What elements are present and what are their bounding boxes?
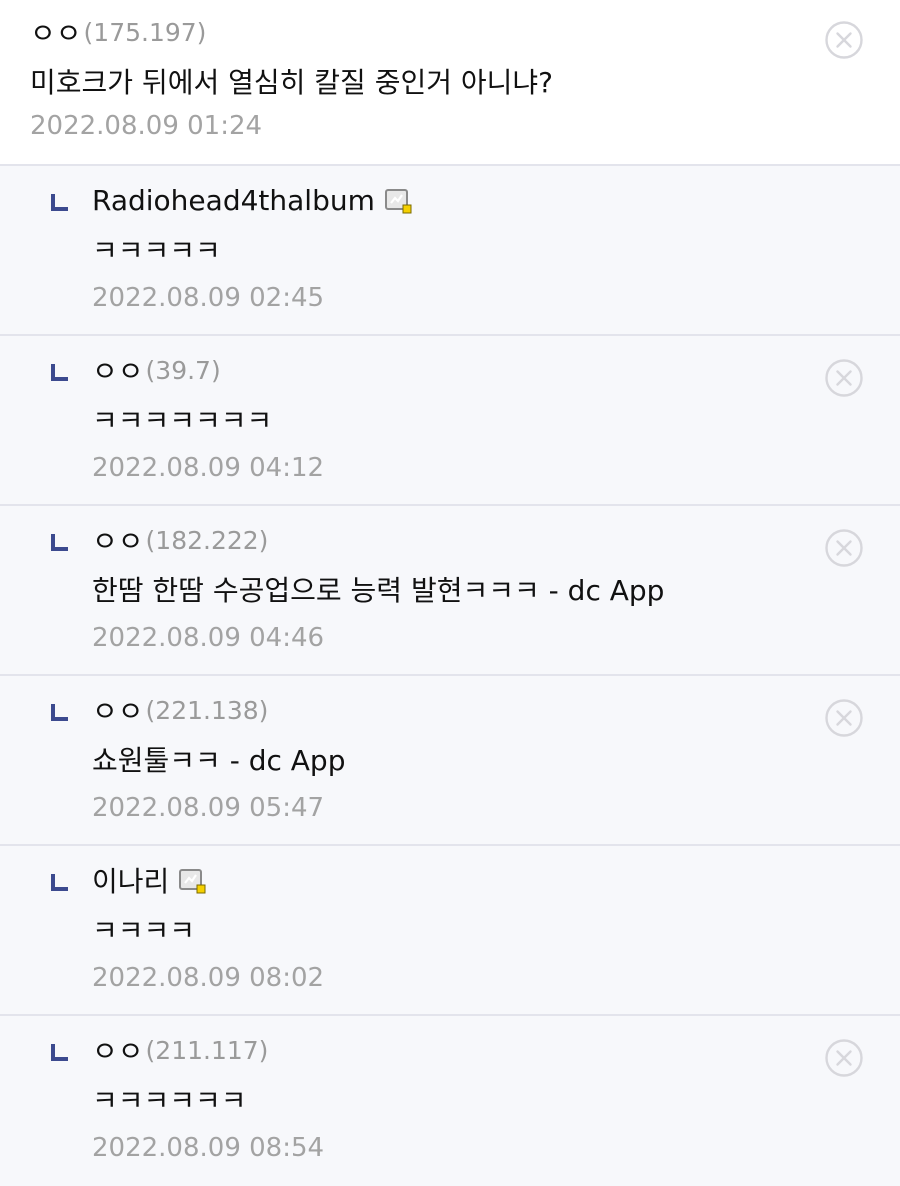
comment-date: 2022.08.09 02:45 — [92, 283, 325, 313]
comment-text: 쇼원툴ㅋㅋ - dc App — [92, 744, 346, 777]
comment-ip: (175.197) — [83, 17, 207, 47]
comment-nickname[interactable]: 이나리 — [92, 860, 169, 900]
comment-item: ㅇㅇ (175.197) 미호크가 뒤에서 열심히 칼질 중인거 아니냐? 20… — [0, 0, 900, 166]
delete-circle-x-icon — [825, 21, 863, 59]
reply-arrow-icon — [51, 704, 68, 721]
comment-nickname[interactable]: Radiohead4thalbum — [92, 184, 375, 217]
comment-ip: (39.7) — [145, 355, 221, 385]
reply-arrow-icon — [51, 874, 68, 891]
comment-date: 2022.08.09 05:47 — [92, 793, 325, 823]
delete-comment-button[interactable] — [824, 698, 864, 738]
comment-nickname[interactable]: ㅇㅇ — [30, 12, 82, 52]
comment-date: 2022.08.09 08:02 — [92, 963, 325, 993]
comment-header: ㅇㅇ (175.197) — [30, 14, 900, 50]
delete-circle-x-icon — [825, 699, 863, 737]
reply-item: ㅇㅇ (182.222) 한땀 한땀 수공업으로 능력 발현ㅋㅋㅋ - dc A… — [0, 506, 900, 676]
comment-text: ㅋㅋㅋㅋㅋㅋ — [92, 1084, 247, 1117]
comment-nickname[interactable]: ㅇㅇ — [92, 520, 144, 560]
fixed-nick-gallog-icon[interactable] — [179, 867, 206, 894]
reply-item: ㅇㅇ (221.138) 쇼원툴ㅋㅋ - dc App 2022.08.09 0… — [0, 676, 900, 846]
delete-comment-button[interactable] — [824, 528, 864, 568]
comment-header: ㅇㅇ (221.138) — [92, 692, 900, 728]
delete-comment-button[interactable] — [824, 358, 864, 398]
comment-date: 2022.08.09 04:46 — [92, 623, 325, 653]
delete-circle-x-icon — [825, 1039, 863, 1077]
comment-text: ㅋㅋㅋㅋ — [92, 914, 196, 947]
comment-text: 미호크가 뒤에서 열심히 칼질 중인거 아니냐? — [30, 66, 554, 99]
comment-header: ㅇㅇ (211.117) — [92, 1032, 900, 1068]
comment-text: ㅋㅋㅋㅋㅋ — [92, 234, 221, 267]
comment-nickname[interactable]: ㅇㅇ — [92, 1030, 144, 1070]
reply-arrow-icon — [51, 1044, 68, 1061]
delete-comment-button[interactable] — [824, 1038, 864, 1078]
comment-date: 2022.08.09 08:54 — [92, 1133, 325, 1163]
reply-item: Radiohead4thalbum ㅋㅋㅋㅋㅋ 2022.08.09 02:45 — [0, 166, 900, 336]
comment-list: ㅇㅇ (175.197) 미호크가 뒤에서 열심히 칼질 중인거 아니냐? 20… — [0, 0, 900, 1186]
delete-circle-x-icon — [825, 529, 863, 567]
comment-ip: (182.222) — [145, 525, 269, 555]
comment-nickname[interactable]: ㅇㅇ — [92, 690, 144, 730]
fixed-nick-gallog-icon[interactable] — [384, 187, 412, 214]
comment-header: 이나리 — [92, 862, 900, 898]
reply-arrow-icon — [51, 364, 68, 381]
comment-nickname[interactable]: ㅇㅇ — [92, 350, 144, 390]
comment-date: 2022.08.09 04:12 — [92, 453, 325, 483]
comment-text: 한땀 한땀 수공업으로 능력 발현ㅋㅋㅋ - dc App — [92, 574, 665, 607]
reply-item: 이나리 ㅋㅋㅋㅋ 2022.08.09 08:02 — [0, 846, 900, 1016]
comment-date: 2022.08.09 01:24 — [30, 111, 263, 141]
delete-circle-x-icon — [825, 359, 863, 397]
comment-ip: (211.117) — [145, 1035, 269, 1065]
comment-text: ㅋㅋㅋㅋㅋㅋㅋ — [92, 404, 273, 437]
comment-header: Radiohead4thalbum — [92, 182, 900, 218]
delete-comment-button[interactable] — [824, 20, 864, 60]
reply-arrow-icon — [51, 534, 68, 551]
reply-arrow-icon — [51, 194, 68, 211]
comment-header: ㅇㅇ (182.222) — [92, 522, 900, 558]
comment-ip: (221.138) — [145, 695, 269, 725]
reply-item: ㅇㅇ (211.117) ㅋㅋㅋㅋㅋㅋ 2022.08.09 08:54 — [0, 1016, 900, 1186]
comment-header: ㅇㅇ (39.7) — [92, 352, 900, 388]
reply-item: ㅇㅇ (39.7) ㅋㅋㅋㅋㅋㅋㅋ 2022.08.09 04:12 — [0, 336, 900, 506]
